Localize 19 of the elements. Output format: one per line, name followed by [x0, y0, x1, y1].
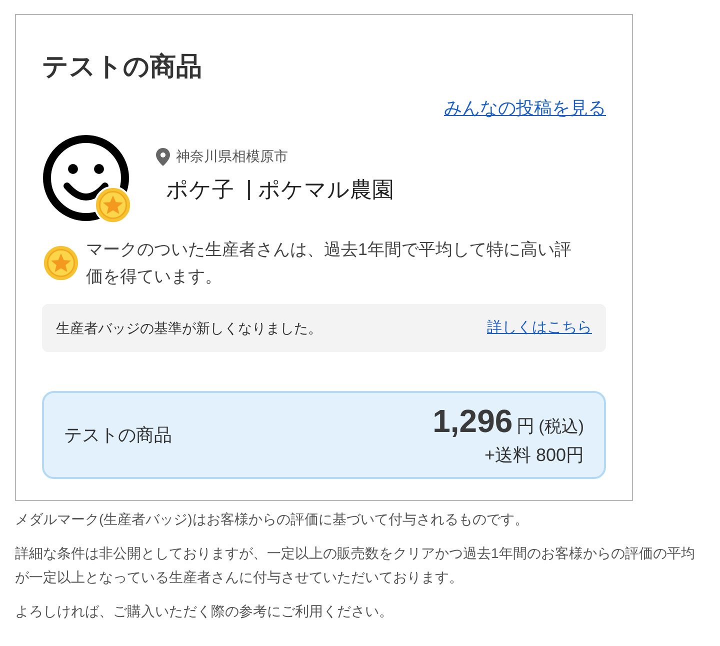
- smiley-avatar-icon: [42, 134, 130, 222]
- notice-text: 生産者バッジの基準が新しくなりました。: [56, 318, 322, 338]
- price: 1,296: [432, 402, 513, 440]
- producer-location: 神奈川県相模原市: [176, 147, 288, 166]
- details-link[interactable]: 詳しくはこちら: [487, 316, 592, 340]
- footnote-paragraph: メダルマーク(生産者バッジ)はお客様からの評価に基づいて付与されるものです。: [15, 510, 530, 529]
- medal-icon: [42, 244, 80, 282]
- posts-link[interactable]: みんなの投稿を見る: [444, 95, 606, 122]
- footnote-paragraph: よろしければ、ご購入いただく際の参考にご利用ください。: [15, 602, 394, 621]
- item-name: テストの商品: [64, 424, 172, 446]
- footnote-paragraph: 詳細な条件は非公開としておりますが、一定以上の販売数をクリアかつ過去1年間のお客様からの評価の平均が一定以上となっている生産者さんに付与させていただいております。: [15, 544, 696, 587]
- shipping-fee: +送料 800円: [484, 444, 584, 466]
- product-title: テストの商品: [42, 50, 203, 83]
- location-pin-icon: [156, 148, 170, 166]
- producer-name: ポケ子: [166, 176, 234, 204]
- price-unit: 円: [516, 414, 535, 438]
- farm-name: ポケマル農園: [258, 176, 394, 204]
- tax-label: (税込): [538, 416, 584, 438]
- medal-note: マークのついた生産者さんは、過去1年間で平均して特に高い評価を得ています。: [86, 239, 572, 288]
